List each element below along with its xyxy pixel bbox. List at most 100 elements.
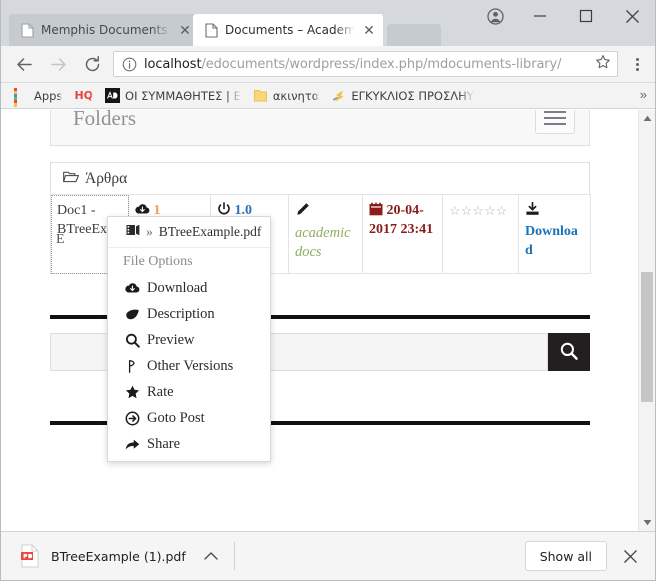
bookmark-star-icon[interactable]	[595, 54, 611, 75]
chevron-up-icon[interactable]	[198, 543, 224, 569]
download-tray-icon	[525, 201, 584, 223]
context-menu-section-label: File Options	[123, 254, 193, 269]
rating-stars[interactable]: ☆☆☆☆☆	[449, 203, 507, 218]
folder-header[interactable]: Άρθρα	[50, 162, 590, 194]
cell-category: academic docs	[288, 193, 363, 275]
close-icon[interactable]: ✕	[361, 22, 377, 38]
folders-panel: Folders	[50, 110, 590, 146]
menu-item-download[interactable]: Download	[108, 275, 270, 301]
page-icon	[21, 22, 34, 38]
avd-icon	[105, 88, 121, 103]
close-window-button[interactable]	[609, 2, 655, 30]
bookmark-egkyklios-proslipsis[interactable]: ΕΓΚΥΚΛΙΟΣ ΠΡΟΣΛΗΥ	[325, 85, 479, 107]
page-content: Folders Άρθρα Doc1 - 1 1.0 academic docs…	[50, 110, 591, 462]
menu-item-goto-post[interactable]: Goto Post	[108, 405, 270, 431]
scroll-up-arrow-icon[interactable]	[639, 110, 655, 127]
bookmark-label: Apps	[34, 88, 63, 103]
minimize-button[interactable]	[517, 2, 563, 30]
menu-item-other-versions[interactable]: Other Versions	[108, 353, 270, 379]
apps-grid-icon	[14, 88, 29, 107]
url-path: /edocuments/wordpress/index.php/mdocumen…	[201, 56, 562, 72]
folder-name: Άρθρα	[85, 170, 128, 187]
address-bar[interactable]: localhost/edocuments/wordpress/index.php…	[113, 51, 618, 77]
download-shelf: BTreeExample (1).pdf Show all	[1, 531, 655, 580]
cell-rating[interactable]: ☆☆☆☆☆	[442, 193, 519, 275]
menu-item-label: Preview	[147, 331, 195, 348]
menu-item-label: Description	[147, 305, 215, 322]
pencil-icon	[295, 202, 356, 224]
tab-title: Memphis Documents Lib	[41, 23, 171, 37]
bookmarks-bar: Apps HQ ΟΙ ΣΥΜΜΑΘΗΤΕΣ | Ε ακινητα ΕΓΚΥΚΛ…	[1, 83, 655, 109]
menu-item-preview[interactable]: Preview	[108, 327, 270, 353]
search-icon	[559, 341, 579, 364]
bookmark-label: ΟΙ ΣΥΜΜΑΘΗΤΕΣ | Ε	[125, 88, 241, 103]
context-menu-header: » BTreeExample.pdf	[108, 217, 270, 248]
search-button[interactable]	[548, 333, 590, 372]
shelf-divider	[233, 542, 235, 570]
tab-documents-academicd[interactable]: Documents – AcademicD ✕	[193, 14, 383, 46]
close-shelf-icon[interactable]	[615, 541, 645, 571]
bookmark-oi-symmathites[interactable]: ΟΙ ΣΥΜΜΑΘΗΤΕΣ | Ε	[99, 85, 247, 107]
maximize-button[interactable]	[563, 2, 609, 30]
menu-item-label: Rate	[147, 383, 174, 400]
menu-item-label: Goto Post	[147, 409, 205, 426]
reload-button[interactable]	[78, 50, 106, 78]
url-text: localhost/edocuments/wordpress/index.php…	[144, 57, 591, 72]
hamburger-menu-button[interactable]	[535, 110, 575, 134]
cell-date: 20-04-2017 23:41	[362, 193, 443, 275]
target-arrow-icon	[125, 411, 140, 426]
bookmark-label: HQ	[74, 89, 94, 102]
download-file-name: BTreeExample (1).pdf	[51, 548, 186, 564]
page-scrollbar[interactable]	[638, 110, 655, 531]
close-icon[interactable]: ✕	[177, 22, 193, 38]
url-host: localhost	[144, 56, 202, 72]
tab-title: Documents – AcademicD	[225, 23, 355, 37]
star-icon	[125, 385, 140, 399]
leaf-icon	[125, 308, 140, 321]
bookmark-label: ΕΓΚΥΚΛΙΟΣ ΠΡΟΣΛΗΥ	[351, 88, 474, 103]
calendar-icon	[369, 202, 387, 218]
pdf-file-icon	[19, 544, 41, 568]
chrome-menu-button[interactable]	[625, 50, 649, 78]
web-page: Folders Άρθρα Doc1 - 1 1.0 academic docs…	[1, 110, 639, 531]
share-arrow-icon	[125, 438, 140, 451]
menu-item-share[interactable]: Share	[108, 431, 270, 457]
back-button[interactable]	[10, 50, 38, 78]
bookmarks-overflow-icon[interactable]: »	[640, 87, 647, 103]
chevron-double-right-icon: »	[146, 224, 153, 239]
download-item[interactable]: BTreeExample (1).pdf	[11, 538, 228, 574]
page-icon	[205, 22, 218, 38]
new-tab-button[interactable]	[387, 24, 441, 46]
stray-text: E	[56, 232, 65, 247]
cloud-download-icon	[125, 282, 140, 294]
menu-item-label: Share	[147, 435, 181, 452]
window-controls	[473, 2, 655, 30]
branch-icon	[125, 359, 140, 374]
folder-icon	[253, 88, 268, 103]
scroll-down-arrow-icon[interactable]	[639, 514, 655, 531]
forward-button[interactable]	[44, 50, 72, 78]
menu-item-label: Download	[147, 279, 208, 296]
bookmark-akinita[interactable]: ακινητα	[247, 85, 325, 107]
open-folder-icon	[63, 170, 80, 188]
profile-icon[interactable]	[473, 2, 517, 30]
scrollbar-track[interactable]	[639, 127, 655, 514]
info-circle-icon[interactable]	[122, 57, 137, 72]
scrollbar-thumb[interactable]	[641, 272, 653, 402]
film-icon	[126, 224, 140, 240]
magnifier-icon	[125, 333, 140, 348]
menu-item-rate[interactable]: Rate	[108, 379, 270, 405]
tab-strip: Memphis Documents Lib ✕ Documents – Acad…	[1, 0, 655, 46]
page-title: Folders	[73, 110, 136, 130]
show-all-button[interactable]: Show all	[524, 541, 607, 571]
menu-item-description[interactable]: Description	[108, 301, 270, 327]
cell-download: Download	[518, 193, 591, 275]
browser-toolbar: localhost/edocuments/wordpress/index.php…	[1, 46, 655, 83]
bookmark-hq[interactable]: HQ	[68, 85, 99, 107]
menu-item-label: Other Versions	[147, 357, 234, 374]
tab-memphis-documents-library[interactable]: Memphis Documents Lib ✕	[9, 14, 199, 46]
download-link[interactable]: Download	[525, 224, 578, 258]
bookmark-apps[interactable]: Apps	[8, 85, 68, 107]
bookmark-label: ακινητα	[272, 88, 320, 103]
browser-window: Memphis Documents Lib ✕ Documents – Acad…	[0, 0, 656, 581]
